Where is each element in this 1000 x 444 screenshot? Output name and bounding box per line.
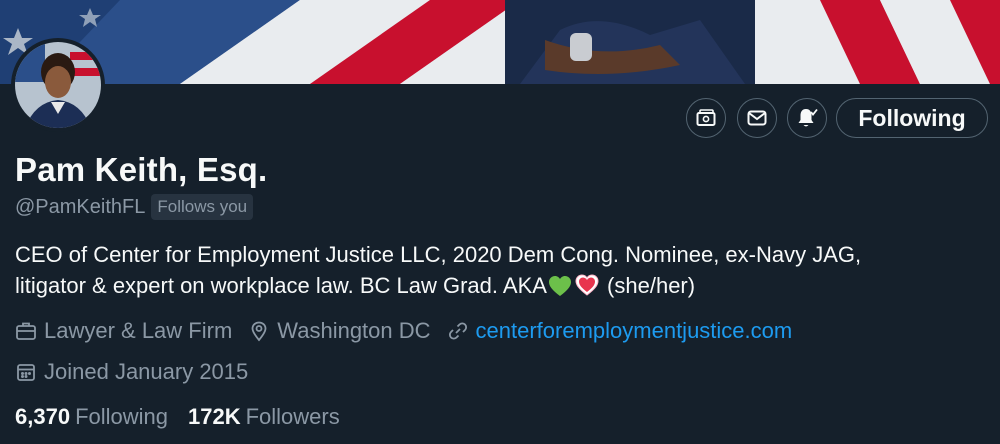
notification-bell-icon	[795, 106, 819, 130]
subscription-button[interactable]	[686, 98, 726, 138]
calendar-icon	[15, 361, 44, 383]
handle: @PamKeithFL	[15, 195, 146, 218]
category-label: Lawyer & Law Firm	[44, 318, 233, 343]
following-button[interactable]: Following	[836, 98, 988, 138]
follows-you-badge: Follows you	[151, 194, 254, 220]
website-link[interactable]: centerforemploymentjustice.com	[476, 318, 793, 344]
message-icon	[746, 107, 768, 129]
bio-line-2-text: litigator & expert on workplace law. BC …	[15, 273, 547, 298]
followers-count: 172K	[188, 404, 241, 429]
location-label: Washington DC	[277, 318, 431, 343]
following-count: 6,370	[15, 404, 71, 429]
following-stat[interactable]: 6,370 Following	[15, 404, 168, 430]
follow-stats: 6,370 Following 172K Followers	[15, 404, 360, 430]
profile-meta: Lawyer & Law Firm Washington DC centerfo…	[15, 318, 808, 344]
followers-label: Followers	[245, 404, 340, 429]
briefcase-icon	[15, 320, 44, 342]
website-item[interactable]: centerforemploymentjustice.com	[447, 318, 793, 344]
bio: CEO of Center for Employment Justice LLC…	[15, 239, 985, 305]
category-item: Lawyer & Law Firm	[15, 318, 232, 344]
handle-row: @PamKeithFL Follows you	[15, 194, 254, 220]
profile-banner[interactable]	[0, 0, 1000, 84]
pronouns: (she/her)	[607, 273, 696, 298]
notifications-button[interactable]	[787, 98, 827, 138]
green-heart-emoji-icon	[548, 274, 572, 305]
following-label: Following	[75, 404, 168, 429]
display-name: Pam Keith, Esq.	[15, 151, 268, 188]
bio-line-2: litigator & expert on workplace law. BC …	[15, 270, 985, 305]
avatar[interactable]	[11, 38, 105, 132]
join-date-row: Joined January 2015	[15, 359, 264, 385]
location-item: Washington DC	[248, 318, 431, 344]
joined-label: Joined January 2015	[44, 359, 249, 384]
subscription-icon	[695, 107, 717, 129]
joined-item: Joined January 2015	[15, 359, 248, 385]
followers-stat[interactable]: 172K Followers	[188, 404, 340, 430]
location-pin-icon	[248, 320, 277, 342]
message-button[interactable]	[737, 98, 777, 138]
pink-heart-emoji-icon	[574, 273, 600, 305]
bio-line-1: CEO of Center for Employment Justice LLC…	[15, 242, 862, 267]
link-icon	[447, 320, 476, 342]
